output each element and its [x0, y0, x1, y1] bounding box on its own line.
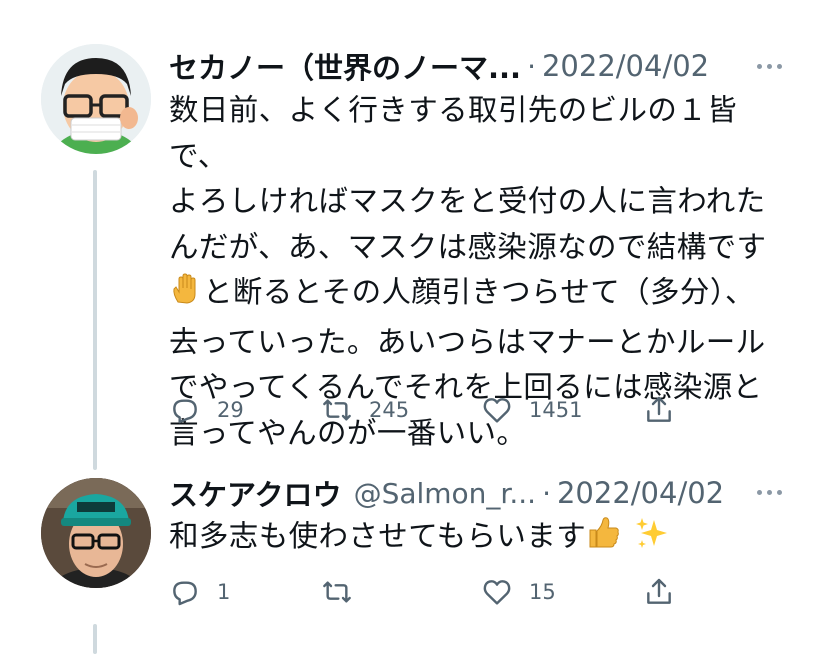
raised-hand-emoji — [169, 272, 203, 320]
like-button[interactable]: 15 — [481, 576, 643, 608]
tweet-text: 和多志も使わさせてもらいます — [169, 514, 789, 564]
share-icon — [647, 578, 671, 604]
reply-button[interactable]: 1 — [169, 576, 321, 608]
tweet-line-text: と断るとその人顔引きつらせて（多分）、 — [203, 275, 755, 309]
reply-count: 1 — [217, 580, 231, 604]
like-count: 1451 — [529, 398, 583, 422]
author-name[interactable]: セカノー（世界のノーマ... — [169, 45, 521, 87]
more-icon[interactable] — [752, 482, 786, 502]
retweet-icon — [323, 399, 351, 421]
share-button[interactable] — [643, 394, 675, 426]
tweet-header: セカノー（世界のノーマ... · 2022/04/02 — [169, 44, 709, 88]
avatar[interactable] — [41, 44, 151, 154]
reply-count: 29 — [217, 398, 244, 422]
thread-line — [93, 170, 97, 470]
reply-icon — [173, 399, 197, 424]
share-icon — [647, 396, 671, 422]
tweet-date[interactable]: 2022/04/02 — [557, 476, 724, 510]
retweet-icon — [323, 581, 351, 603]
reply-button[interactable]: 29 — [169, 394, 321, 426]
author-handle[interactable]: @Salmon_r... — [354, 477, 537, 510]
author-name[interactable]: スケアクロウ — [169, 472, 342, 514]
thumbs-up-emoji — [586, 516, 622, 564]
thread-line — [93, 624, 97, 654]
sparkles-emoji — [634, 516, 670, 564]
tweet-line-text: 和多志も使わさせてもらいます — [169, 519, 587, 553]
share-button[interactable] — [643, 576, 675, 608]
retweet-button[interactable]: 245 — [321, 394, 481, 426]
tweet-line: 数日前、よく行きする取引先のビルの１皆で、 — [169, 93, 738, 173]
like-count: 15 — [529, 580, 556, 604]
separator-dot: · — [527, 49, 536, 83]
tweet-line: よろしければマスクをと受付の人に言われた — [169, 184, 766, 218]
retweet-button[interactable] — [321, 576, 481, 608]
reply-icon — [173, 581, 197, 606]
tweet-line-with-emoji: 和多志も使わさせてもらいます — [169, 514, 789, 564]
retweet-count: 245 — [369, 398, 410, 422]
more-icon[interactable] — [752, 56, 786, 76]
separator-dot: · — [542, 476, 551, 510]
like-button[interactable]: 1451 — [481, 394, 643, 426]
tweet-line: 去っていった。あいつらはマナーとかルール — [169, 324, 766, 359]
tweet-date[interactable]: 2022/04/02 — [542, 49, 709, 83]
like-icon — [483, 580, 511, 605]
like-icon — [483, 398, 511, 423]
tweet-header: スケアクロウ @Salmon_r... · 2022/04/02 — [169, 471, 724, 515]
tweet-line-with-emoji: と断るとその人顔引きつらせて（多分）、 — [169, 270, 789, 320]
tweet-actions: 29 245 1451 — [169, 390, 675, 430]
tweet-actions: 1 15 — [169, 572, 675, 612]
avatar[interactable] — [41, 478, 151, 588]
tweet-line: んだが、あ、マスクは感染源なので結構です — [169, 229, 767, 264]
